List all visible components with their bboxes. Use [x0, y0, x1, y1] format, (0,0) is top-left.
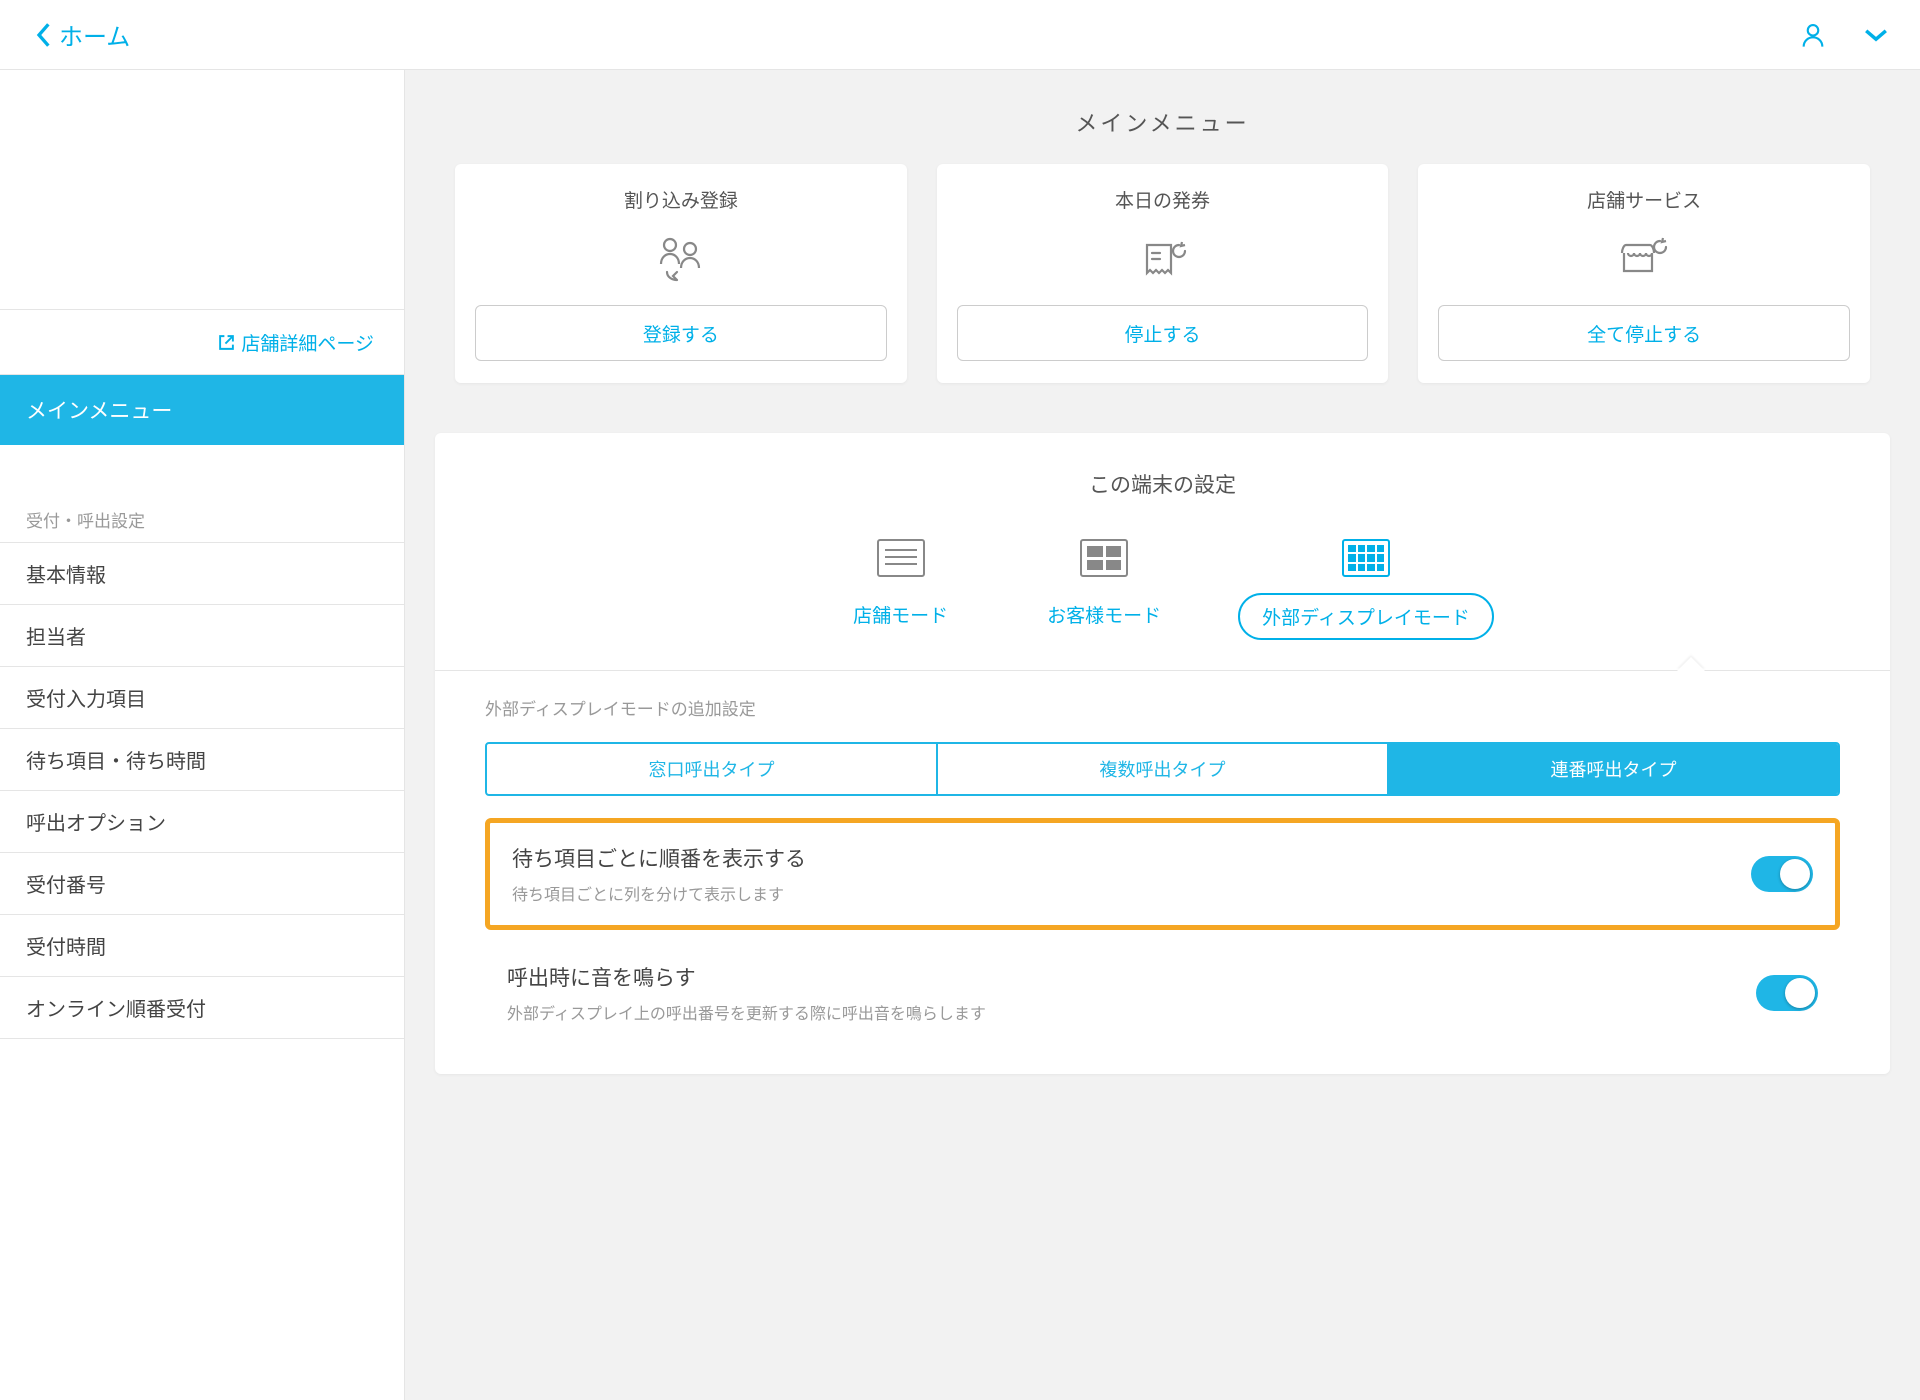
mode-pointer: [1677, 657, 1705, 671]
mode-external-display[interactable]: 外部ディスプレイモード: [1238, 539, 1494, 640]
tab-window-call[interactable]: 窓口呼出タイプ: [487, 744, 938, 794]
store-detail-link[interactable]: 店舗詳細ページ: [0, 310, 404, 375]
option-title: 待ち項目ごとに順番を表示する: [512, 843, 806, 873]
option-title: 呼出時に音を鳴らす: [507, 962, 986, 992]
stop-button[interactable]: 停止する: [957, 305, 1369, 361]
chevron-left-icon: [35, 21, 51, 49]
card-title: 店舗サービス: [1587, 186, 1701, 213]
top-bar: ホーム: [0, 0, 1920, 70]
toggle-call-sound[interactable]: [1756, 975, 1818, 1011]
store-detail-label: 店舗詳細ページ: [241, 329, 374, 356]
top-right: [1799, 21, 1890, 49]
main-menu-title: メインメニュー: [405, 70, 1920, 164]
option-desc: 待ち項目ごとに列を分けて表示します: [512, 881, 806, 905]
sidebar-item[interactable]: 呼出オプション: [0, 791, 404, 853]
card-interrupt-register: 割り込み登録 登録する: [455, 164, 907, 383]
tab-multi-call[interactable]: 複数呼出タイプ: [938, 744, 1389, 794]
action-cards: 割り込み登録 登録する 本日の発券 停止する 店舗サービス 全て停止する: [405, 164, 1920, 433]
sidebar-item-main-menu[interactable]: メインメニュー: [0, 375, 404, 445]
external-link-icon: [218, 334, 235, 351]
external-display-subpanel: 外部ディスプレイモードの追加設定 窓口呼出タイプ 複数呼出タイプ 連番呼出タイプ…: [435, 670, 1890, 1074]
sidebar-header-spacer: [0, 70, 404, 310]
sidebar: 店舗詳細ページ メインメニュー 受付・呼出設定 基本情報 担当者 受付入力項目 …: [0, 70, 405, 1400]
sidebar-item[interactable]: 担当者: [0, 605, 404, 667]
user-icon[interactable]: [1799, 21, 1827, 49]
sidebar-gap: [0, 445, 404, 495]
chevron-down-icon[interactable]: [1862, 21, 1890, 49]
customer-mode-icon: [1080, 539, 1128, 577]
device-settings-title: この端末の設定: [435, 433, 1890, 539]
option-show-per-item: 待ち項目ごとに順番を表示する 待ち項目ごとに列を分けて表示します: [485, 818, 1840, 930]
store-refresh-icon: [1616, 231, 1672, 287]
mode-label: お客様モード: [1025, 593, 1183, 636]
sidebar-item[interactable]: 基本情報: [0, 543, 404, 605]
sidebar-item[interactable]: 待ち項目・待ち時間: [0, 729, 404, 791]
sidebar-item[interactable]: 受付時間: [0, 915, 404, 977]
store-mode-icon: [877, 539, 925, 577]
call-type-tabs: 窓口呼出タイプ 複数呼出タイプ 連番呼出タイプ: [485, 742, 1840, 796]
card-title: 本日の発券: [1115, 186, 1210, 213]
external-display-mode-icon: [1342, 539, 1390, 577]
subpanel-title: 外部ディスプレイモードの追加設定: [485, 695, 1840, 720]
mode-selector: 店舗モード お客様モード 外部ディスプレイモード: [435, 539, 1890, 670]
option-call-sound: 呼出時に音を鳴らす 外部ディスプレイ上の呼出番号を更新する際に呼出音を鳴らします: [485, 942, 1840, 1044]
sidebar-section-header: 受付・呼出設定: [0, 495, 404, 543]
option-text: 呼出時に音を鳴らす 外部ディスプレイ上の呼出番号を更新する際に呼出音を鳴らします: [507, 962, 986, 1024]
sidebar-item[interactable]: 受付入力項目: [0, 667, 404, 729]
device-settings-panel: この端末の設定 店舗モード お客様モード 外部ディスプレイモード 外部ディスプレ…: [435, 433, 1890, 1074]
sidebar-item[interactable]: オンライン順番受付: [0, 977, 404, 1039]
mode-store[interactable]: 店舗モード: [831, 539, 970, 640]
mode-label: 店舗モード: [831, 593, 970, 636]
main-content: メインメニュー 割り込み登録 登録する 本日の発券 停止する 店舗サービス: [405, 70, 1920, 1400]
card-today-ticket: 本日の発券 停止する: [937, 164, 1389, 383]
toggle-show-per-item[interactable]: [1751, 856, 1813, 892]
sidebar-item[interactable]: 受付番号: [0, 853, 404, 915]
back-label: ホーム: [59, 17, 130, 52]
mode-label: 外部ディスプレイモード: [1238, 593, 1494, 640]
card-store-service: 店舗サービス 全て停止する: [1418, 164, 1870, 383]
tab-sequential-call[interactable]: 連番呼出タイプ: [1389, 744, 1838, 794]
option-desc: 外部ディスプレイ上の呼出番号を更新する際に呼出音を鳴らします: [507, 1000, 986, 1024]
back-button[interactable]: ホーム: [35, 17, 130, 52]
option-text: 待ち項目ごとに順番を表示する 待ち項目ごとに列を分けて表示します: [512, 843, 806, 905]
ticket-refresh-icon: [1135, 231, 1191, 287]
mode-customer[interactable]: お客様モード: [1025, 539, 1183, 640]
people-swap-icon: [653, 231, 709, 287]
register-button[interactable]: 登録する: [475, 305, 887, 361]
stop-all-button[interactable]: 全て停止する: [1438, 305, 1850, 361]
card-title: 割り込み登録: [624, 186, 738, 213]
